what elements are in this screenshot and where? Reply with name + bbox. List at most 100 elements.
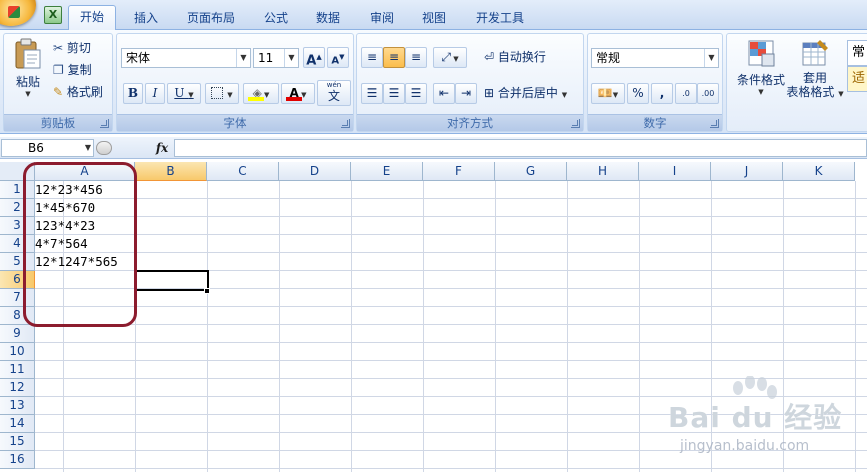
copy-button[interactable]: ❐ 复制 xyxy=(52,60,108,81)
tab-view[interactable]: 视图 xyxy=(412,8,456,30)
tab-home[interactable]: 开始 xyxy=(68,5,116,31)
wrap-text-icon: ⏎ xyxy=(484,50,495,64)
column-header-h[interactable]: H xyxy=(567,162,639,181)
font-name-combo[interactable]: 宋体 ▼ xyxy=(121,48,251,68)
fill-handle[interactable] xyxy=(204,288,210,294)
format-as-table-button[interactable]: 套用 表格格式 ▼ xyxy=(785,38,845,102)
tab-data[interactable]: 数据 xyxy=(306,8,350,30)
chevron-down-icon[interactable]: ▼ xyxy=(562,91,567,99)
conditional-formatting-button[interactable]: 条件格式 ▼ xyxy=(733,38,789,102)
chevron-down-icon[interactable]: ▼ xyxy=(85,140,91,156)
font-group: 宋体 ▼ 11 ▼ A▲ A▼ B I U ▼ ▼ ◈ ▼ A ▼ wén 文 xyxy=(116,33,354,132)
bold-button[interactable]: B xyxy=(123,83,143,104)
chevron-down-icon[interactable]: ▼ xyxy=(284,49,298,67)
paste-button[interactable]: 粘贴 ▼ xyxy=(10,38,46,100)
clipboard-group-label: 剪贴板 xyxy=(4,114,112,131)
row-header-15[interactable]: 15 xyxy=(0,433,35,451)
font-color-swatch xyxy=(286,97,302,101)
underline-button[interactable]: U ▼ xyxy=(167,83,201,104)
comma-style-button[interactable]: , xyxy=(651,83,673,104)
column-header-c[interactable]: C xyxy=(207,162,279,181)
number-group: 常规 ▼ 💴▼ % , .0 .00 数字 xyxy=(587,33,723,132)
italic-icon: I xyxy=(152,86,158,100)
table-style-icon xyxy=(802,40,828,66)
orientation-button[interactable]: ⤢ ▼ xyxy=(433,47,467,68)
excel-icon[interactable]: X xyxy=(44,6,62,24)
cell-style-normal[interactable]: 常 xyxy=(847,40,867,66)
decrease-decimal-icon: .00 xyxy=(701,89,715,98)
align-center-button[interactable]: ☰ xyxy=(383,83,405,104)
formula-input[interactable] xyxy=(174,139,867,157)
paste-label: 粘贴 xyxy=(15,75,40,89)
align-middle-button[interactable]: ≡ xyxy=(383,47,405,68)
align-top-icon: ≡ xyxy=(366,50,378,64)
italic-button[interactable]: I xyxy=(145,83,165,104)
row-header-12[interactable]: 12 xyxy=(0,379,35,397)
chevron-down-icon[interactable]: ▼ xyxy=(704,49,718,67)
column-header-b[interactable]: B xyxy=(135,162,207,181)
text-orientation-icon: ⤢ xyxy=(441,50,451,64)
decrease-decimal-button[interactable]: .00 xyxy=(697,83,719,104)
row-header-14[interactable]: 14 xyxy=(0,415,35,433)
grow-font-icon: A xyxy=(306,53,317,69)
dialog-launcher-icon[interactable] xyxy=(100,119,109,128)
format-painter-button[interactable]: ✎ 格式刷 xyxy=(52,82,112,103)
accounting-format-button[interactable]: 💴▼ xyxy=(591,83,625,104)
active-cell-border[interactable] xyxy=(135,270,209,291)
column-header-f[interactable]: F xyxy=(423,162,495,181)
decrease-indent-button[interactable]: ⇤ xyxy=(433,83,455,104)
align-top-button[interactable]: ≡ xyxy=(361,47,383,68)
dialog-launcher-icon[interactable] xyxy=(710,119,719,128)
phonetic-icon: 文 xyxy=(327,89,340,103)
align-left-button[interactable]: ☰ xyxy=(361,83,383,104)
font-name-value: 宋体 xyxy=(126,51,151,65)
column-header-k[interactable]: K xyxy=(783,162,855,181)
merge-cells-icon: ⊞ xyxy=(484,86,495,100)
chevron-down-icon: ▼ xyxy=(758,88,764,96)
column-header-j[interactable]: J xyxy=(711,162,783,181)
column-header-i[interactable]: I xyxy=(639,162,711,181)
row-header-16[interactable]: 16 xyxy=(0,451,35,469)
phonetic-button[interactable]: wén 文 xyxy=(317,80,351,106)
increase-indent-icon: ⇥ xyxy=(460,86,472,100)
tab-formulas[interactable]: 公式 xyxy=(254,8,298,30)
row-header-9[interactable]: 9 xyxy=(0,325,35,343)
column-header-g[interactable]: G xyxy=(495,162,567,181)
tab-review[interactable]: 审阅 xyxy=(360,8,404,30)
font-size-combo[interactable]: 11 ▼ xyxy=(253,48,299,68)
dialog-launcher-icon[interactable] xyxy=(341,119,350,128)
copy-icon: ❐ xyxy=(53,63,64,77)
merge-center-button[interactable]: ⊞ 合并后居中 ▼ xyxy=(483,83,581,104)
increase-decimal-button[interactable]: .0 xyxy=(675,83,697,104)
fill-color-button[interactable]: ◈ ▼ xyxy=(243,83,279,104)
increase-indent-button[interactable]: ⇥ xyxy=(455,83,477,104)
clipboard-group: 粘贴 ▼ ✂ 剪切 ❐ 复制 ✎ 格式刷 剪贴板 xyxy=(3,33,113,132)
row-header-13[interactable]: 13 xyxy=(0,397,35,415)
office-button[interactable] xyxy=(0,0,36,26)
tab-developer[interactable]: 开发工具 xyxy=(464,8,536,30)
cell-style-neutral[interactable]: 适 xyxy=(847,66,867,92)
align-left-icon: ☰ xyxy=(366,86,378,100)
borders-button[interactable]: ▼ xyxy=(205,83,239,104)
formula-bar-splitter[interactable] xyxy=(96,141,112,155)
font-color-button[interactable]: A ▼ xyxy=(281,83,315,104)
row-header-11[interactable]: 11 xyxy=(0,361,35,379)
name-box[interactable]: B6 ▼ xyxy=(1,139,94,157)
column-header-d[interactable]: D xyxy=(279,162,351,181)
align-bottom-button[interactable]: ≡ xyxy=(405,47,427,68)
tab-insert[interactable]: 插入 xyxy=(124,8,168,30)
shrink-font-button[interactable]: A▼ xyxy=(327,47,349,68)
dialog-launcher-icon[interactable] xyxy=(571,119,580,128)
percent-style-button[interactable]: % xyxy=(627,83,649,104)
tab-page-layout[interactable]: 页面布局 xyxy=(176,8,246,30)
align-right-button[interactable]: ☰ xyxy=(405,83,427,104)
column-header-e[interactable]: E xyxy=(351,162,423,181)
wrap-text-button[interactable]: ⏎ 自动换行 xyxy=(483,47,581,68)
insert-function-button[interactable]: fx xyxy=(152,139,172,157)
number-format-combo[interactable]: 常规 ▼ xyxy=(591,48,719,68)
watermark-brand: Bai du 经验 xyxy=(668,401,843,434)
row-header-10[interactable]: 10 xyxy=(0,343,35,361)
grow-font-button[interactable]: A▲ xyxy=(303,47,325,68)
cut-button[interactable]: ✂ 剪切 xyxy=(52,38,108,59)
chevron-down-icon[interactable]: ▼ xyxy=(236,49,250,67)
